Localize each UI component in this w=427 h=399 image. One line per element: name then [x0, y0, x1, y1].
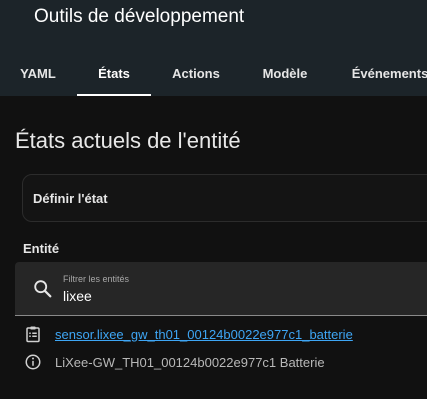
- tab-states-label: États: [98, 65, 130, 81]
- entity-result-row: sensor.lixee_gw_th01_00124b0022e977c1_ba…: [24, 324, 353, 344]
- entity-filter-field[interactable]: Filtrer les entités lixee: [15, 262, 427, 316]
- tab-events-label: Événements: [351, 65, 427, 81]
- entity-filter-input[interactable]: lixee: [63, 288, 92, 304]
- clipboard-list-icon: [26, 326, 40, 343]
- set-state-label: Définir l'état: [33, 191, 108, 206]
- entity-filter-label: Filtrer les entités: [63, 274, 130, 284]
- app-title: Outils de développement: [34, 6, 245, 27]
- tab-template[interactable]: Modèle: [246, 50, 324, 96]
- tab-yaml[interactable]: YAML: [0, 50, 76, 96]
- active-tab-indicator: [77, 94, 151, 96]
- tab-yaml-label: YAML: [20, 65, 56, 81]
- entity-id-link[interactable]: sensor.lixee_gw_th01_00124b0022e977c1_ba…: [55, 327, 353, 342]
- tab-states[interactable]: États: [77, 50, 151, 96]
- search-icon: [34, 280, 52, 298]
- tab-events[interactable]: Événements: [340, 50, 427, 96]
- field-underline: [15, 315, 427, 316]
- page-title: États actuels de l'entité: [15, 128, 241, 153]
- entity-friendly-name: LiXee-GW_TH01_00124b0022e977c1 Batterie: [55, 354, 325, 370]
- entity-section-label: Entité: [23, 241, 60, 256]
- tab-actions-label: Actions: [172, 65, 220, 81]
- set-state-expander[interactable]: Définir l'état: [22, 174, 427, 222]
- tab-bar: YAML États Actions Modèle Événements: [0, 50, 427, 96]
- tab-template-label: Modèle: [262, 65, 308, 81]
- entity-result-row: LiXee-GW_TH01_00124b0022e977c1 Batterie: [24, 352, 325, 372]
- info-icon: [25, 354, 41, 370]
- tab-actions[interactable]: Actions: [158, 50, 234, 96]
- toolbar-header: Outils de développement YAML États Actio…: [0, 0, 427, 96]
